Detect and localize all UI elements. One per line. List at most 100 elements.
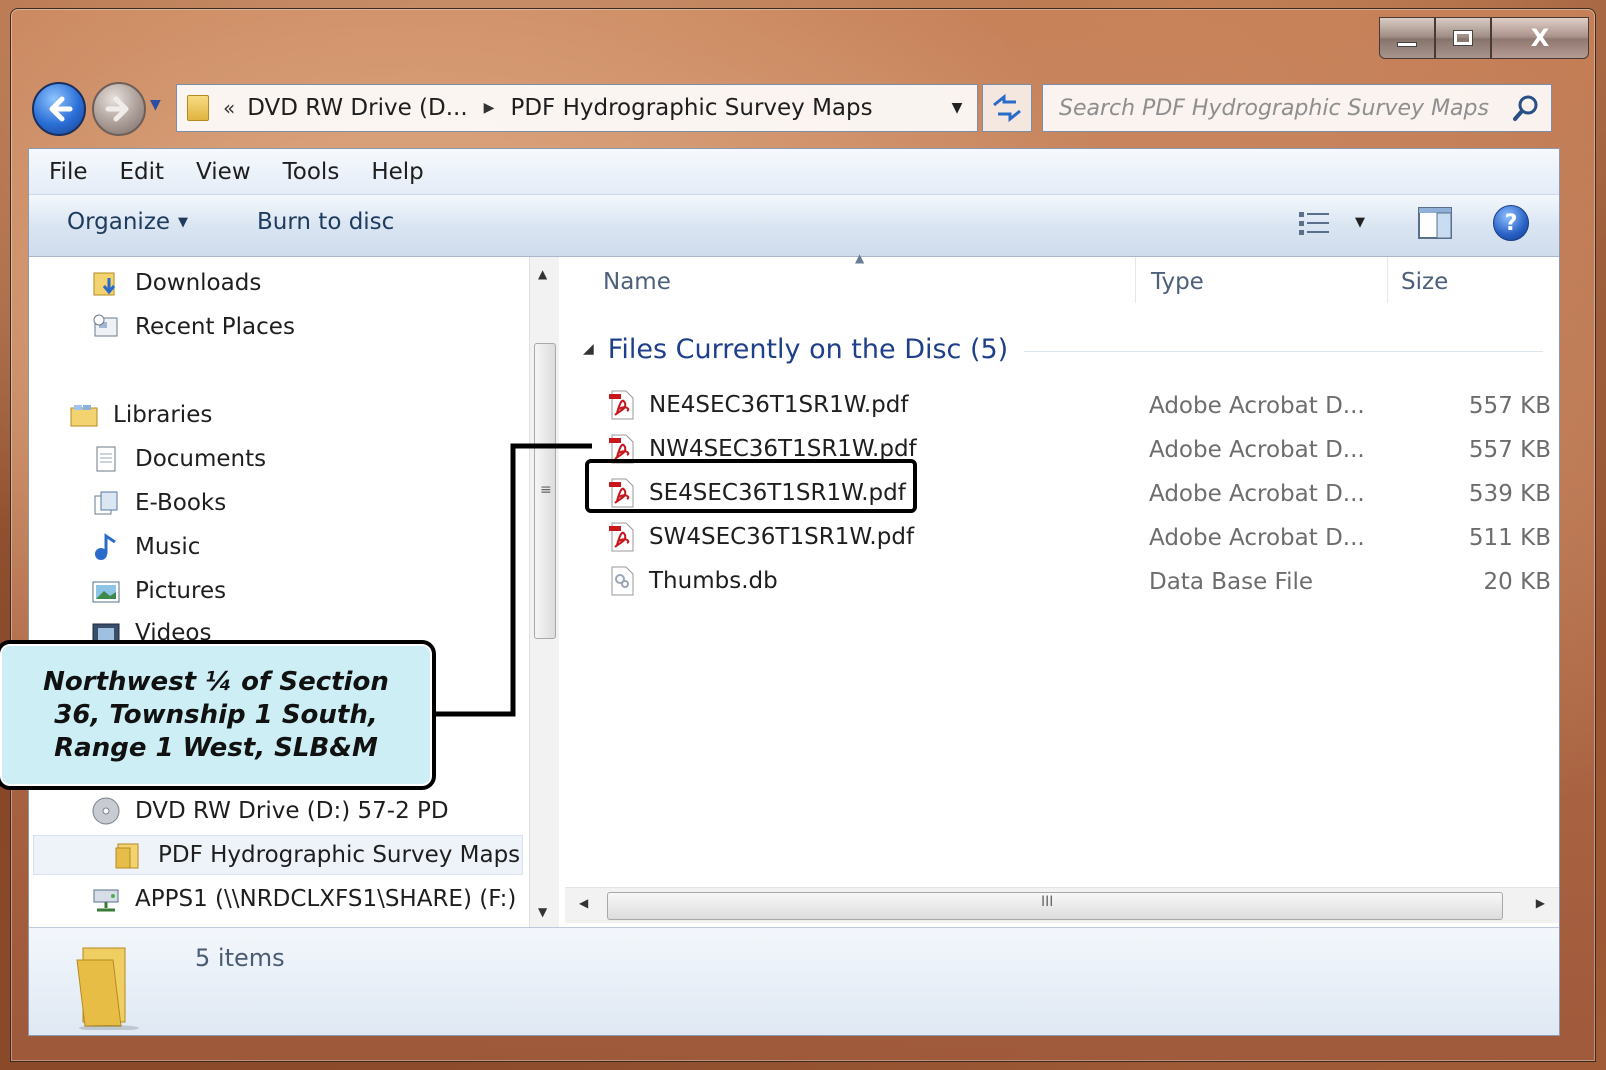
file-size: 557 KB (1468, 393, 1551, 419)
nav-item-network-drive[interactable]: APPS1 (\\NRDCLXFS1\SHARE) (F:) (91, 879, 516, 919)
column-header-size[interactable]: Size (1401, 269, 1448, 295)
navigation-bar: ▼ « DVD RW Drive (D... ▶ PDF Hydrographi… (30, 78, 1570, 138)
music-icon (95, 533, 116, 560)
collapse-group-icon[interactable]: ◢ (583, 341, 594, 357)
nav-item-ebooks[interactable]: E-Books (91, 483, 226, 523)
breadcrumb-separator-icon[interactable]: ▶ (484, 100, 495, 116)
folder-icon (115, 843, 139, 869)
minimize-icon (1397, 41, 1417, 47)
menu-edit[interactable]: Edit (104, 159, 181, 185)
nav-item-label: Recent Places (135, 314, 295, 340)
refresh-icon (993, 93, 1021, 123)
scrollbar-thumb[interactable]: ≡ (534, 343, 556, 639)
documents-icon (96, 446, 116, 472)
column-header-name[interactable]: Name (603, 269, 671, 295)
pdf-icon (609, 390, 634, 420)
column-divider[interactable] (1135, 257, 1136, 303)
file-type: Adobe Acrobat D... (1149, 525, 1365, 551)
folder-icon (76, 947, 139, 1030)
address-bar[interactable]: « DVD RW Drive (D... ▶ PDF Hydrographic … (176, 84, 978, 132)
nav-item-documents[interactable]: Documents (91, 439, 266, 479)
group-title: Files Currently on the Disc (5) (607, 333, 1009, 365)
file-size: 20 KB (1483, 569, 1551, 595)
dvd-drive-icon (92, 797, 120, 825)
menu-view[interactable]: View (180, 159, 267, 185)
scrollbar-thumb[interactable] (607, 892, 1503, 920)
file-row[interactable]: SW4SEC36T1SR1W.pdf Adobe Acrobat D... 51… (601, 517, 1551, 557)
column-divider[interactable] (1387, 257, 1388, 303)
help-icon[interactable]: ? (1493, 205, 1529, 241)
forward-arrow-icon (105, 96, 129, 122)
sort-ascending-icon: ▲ (855, 251, 865, 265)
organize-button[interactable]: Organize ▼ (67, 209, 188, 235)
scroll-up-icon[interactable]: ▲ (538, 267, 547, 281)
menu-file[interactable]: File (29, 159, 104, 185)
nav-item-label: Music (135, 534, 201, 560)
nav-item-dvd-drive[interactable]: DVD RW Drive (D:) 57-2 PD (91, 791, 449, 831)
downloads-icon (93, 272, 116, 296)
item-count: 5 items (195, 944, 285, 972)
recent-pages-dropdown-icon[interactable]: ▼ (150, 98, 164, 112)
details-pane: 5 items (29, 927, 1559, 1035)
change-view-icon[interactable] (1297, 209, 1333, 239)
burn-to-disc-label: Burn to disc (257, 209, 395, 235)
preview-pane-icon[interactable] (1417, 205, 1453, 241)
refresh-button[interactable] (982, 84, 1032, 132)
nav-item-label: DVD RW Drive (D:) 57-2 PD (135, 798, 449, 824)
nav-item-label: PDF Hydrographic Survey Maps (158, 842, 521, 868)
search-box[interactable] (1042, 84, 1552, 132)
scroll-down-icon[interactable]: ▼ (538, 905, 547, 919)
file-size: 557 KB (1468, 437, 1551, 463)
callout-line: 36, Township 1 South, (54, 699, 378, 730)
network-drive-icon (93, 889, 119, 912)
back-arrow-icon (49, 96, 73, 122)
nav-item-recent-places[interactable]: Recent Places (91, 307, 295, 347)
nav-item-label: Downloads (135, 270, 262, 296)
explorer-client-area: File Edit View Tools Help Organize ▼ Burn… (28, 148, 1560, 1036)
breadcrumb-dvd-drive[interactable]: DVD RW Drive (D... (247, 95, 467, 121)
file-name: NE4SEC36T1SR1W.pdf (649, 392, 909, 418)
close-button[interactable]: X (1491, 17, 1589, 59)
navigation-pane: Downloads Recent Places Libraries Docume… (29, 257, 529, 927)
horizontal-scrollbar[interactable]: ◀ III ▶ (565, 887, 1559, 923)
scroll-grip-icon: III (1041, 894, 1054, 910)
back-button[interactable] (32, 82, 86, 136)
menu-tools[interactable]: Tools (267, 159, 356, 185)
nav-item-label: Libraries (113, 402, 213, 428)
column-headers: ▲ Name Type Size (565, 251, 1559, 307)
column-header-type[interactable]: Type (1151, 269, 1204, 295)
nav-item-pictures[interactable]: Pictures (91, 571, 226, 611)
organize-label: Organize (67, 209, 171, 235)
callout-annotation: Northwest ¼ of Section 36, Township 1 So… (0, 640, 436, 790)
minimize-button[interactable] (1379, 17, 1435, 59)
maximize-button[interactable] (1435, 17, 1491, 59)
file-size: 511 KB (1468, 525, 1551, 551)
nav-item-pdf-hydrographic-survey-maps[interactable]: PDF Hydrographic Survey Maps (33, 835, 523, 875)
address-overflow-chevrons[interactable]: « (223, 96, 235, 120)
search-icon[interactable] (1511, 93, 1541, 123)
nav-item-label: Pictures (135, 578, 227, 604)
database-file-icon (611, 566, 634, 596)
group-header[interactable]: ◢ Files Currently on the Disc (5) (583, 329, 1543, 369)
navigation-pane-scrollbar[interactable]: ▲ ≡ ▼ (529, 257, 559, 927)
search-input[interactable] (1043, 95, 1493, 121)
forward-button[interactable] (92, 82, 146, 136)
callout-line: Northwest ¼ of Section (43, 666, 389, 697)
file-row[interactable]: Thumbs.db Data Base File 20 KB (601, 561, 1551, 601)
menu-help[interactable]: Help (355, 159, 439, 185)
scroll-right-icon[interactable]: ▶ (1536, 896, 1545, 910)
nav-item-music[interactable]: Music (91, 527, 200, 567)
nav-item-libraries[interactable]: Libraries (69, 395, 212, 435)
command-bar: Organize ▼ Burn to disc ▼ ? (29, 195, 1559, 257)
breadcrumb-current-folder[interactable]: PDF Hydrographic Survey Maps (510, 95, 872, 121)
scroll-left-icon[interactable]: ◀ (579, 896, 588, 910)
burn-to-disc-button[interactable]: Burn to disc (257, 209, 394, 235)
nav-item-downloads[interactable]: Downloads (91, 263, 261, 303)
scroll-grip-icon: ≡ (540, 482, 552, 498)
file-name: Thumbs.db (649, 568, 778, 594)
nav-item-label: Documents (135, 446, 267, 472)
file-row[interactable]: NE4SEC36T1SR1W.pdf Adobe Acrobat D... 55… (601, 385, 1551, 425)
address-dropdown-icon[interactable]: ▼ (937, 85, 977, 131)
view-options-dropdown-icon[interactable]: ▼ (1355, 215, 1365, 230)
callout-line: Range 1 West, SLB&M (54, 732, 378, 763)
